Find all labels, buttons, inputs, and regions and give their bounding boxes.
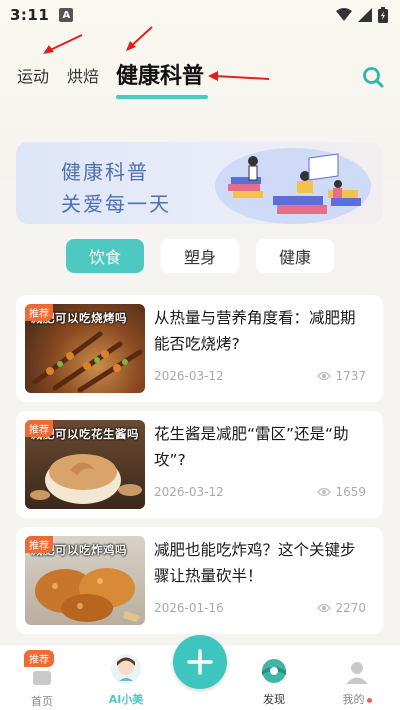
tab-baking[interactable]: 烘焙 <box>67 63 99 87</box>
nav-mine-label: 我的 <box>327 691 387 707</box>
user-icon <box>346 662 368 684</box>
tab-health-science[interactable]: 健康科普 <box>116 58 204 90</box>
top-tab-bar: 运动 烘焙 健康科普 <box>0 55 400 105</box>
article-card[interactable]: 减肥可以吃炸鸡吗 推荐 减肥也能吃炸鸡？这个关键步骤让热量砍半！ 2026-01… <box>16 527 383 634</box>
annotation-arrow-icon <box>208 71 270 81</box>
nav-mine[interactable]: 我的 <box>327 653 387 707</box>
category-diet[interactable]: 饮食 <box>66 239 144 273</box>
add-button[interactable] <box>173 635 227 689</box>
article-card[interactable]: 减肥可以吃花生酱吗 推荐 花生酱是减肥“雷区”还是“助攻”? 2026-03-1… <box>16 411 383 518</box>
reading-illustration-icon <box>215 148 371 224</box>
battery-icon <box>378 7 388 23</box>
nav-home-label: 首页 <box>31 695 53 708</box>
article-title: 减肥也能吃炸鸡？这个关键步骤让热量砍半！ <box>154 541 356 585</box>
promo-banner[interactable]: 健康科普 关爱每一天 <box>16 142 383 224</box>
search-icon[interactable] <box>361 65 385 89</box>
article-date: 2026-01-16 <box>154 601 224 615</box>
annotation-arrow-icon <box>126 26 153 51</box>
active-tab-indicator <box>116 95 208 99</box>
nav-ai-label: AI小美 <box>108 693 144 706</box>
wifi-icon <box>336 8 352 21</box>
article-title: 从热量与营养角度看：减肥期能否吃烧烤? <box>154 309 356 353</box>
view-count: 1659 <box>335 485 366 499</box>
recommended-tag: 推荐 <box>25 536 53 553</box>
article-date: 2026-03-12 <box>154 369 224 383</box>
eye-icon <box>317 603 332 613</box>
banner-title: 健康科普 <box>61 160 149 184</box>
article-views: 1659 <box>317 485 366 499</box>
recommended-tag: 推荐 <box>25 304 53 321</box>
home-recommend-tag: 推荐 <box>24 650 54 667</box>
notification-badge-icon: A <box>59 8 74 22</box>
recommended-tag: 推荐 <box>25 420 53 437</box>
article-card[interactable]: 减肥可以吃烧烤吗 推荐 从热量与营养角度看：减肥期能否吃烧烤? 2026-03-… <box>16 295 383 402</box>
eye-icon <box>317 371 332 381</box>
status-time: 3:11 <box>10 6 50 24</box>
ai-avatar-icon <box>111 654 141 684</box>
status-bar: 3:11 A <box>0 0 400 30</box>
signal-icon <box>358 8 372 22</box>
article-views: 1737 <box>317 369 366 383</box>
view-count: 1737 <box>335 369 366 383</box>
nav-mine-text: 我的 <box>342 693 365 706</box>
view-count: 2270 <box>335 601 366 615</box>
annotation-arrow-icon <box>43 34 83 54</box>
eye-icon <box>317 487 332 497</box>
unread-dot <box>366 697 372 703</box>
article-title: 花生酱是减肥“雷区”还是“助攻”? <box>154 425 349 469</box>
article-date: 2026-03-12 <box>154 485 224 499</box>
article-views: 2270 <box>317 601 366 615</box>
tab-sport[interactable]: 运动 <box>17 63 49 87</box>
discover-icon <box>262 659 286 683</box>
category-health[interactable]: 健康 <box>256 239 334 273</box>
nav-discover-label: 发现 <box>263 693 285 706</box>
category-body-shaping[interactable]: 塑身 <box>161 239 239 273</box>
banner-subtitle: 关爱每一天 <box>61 192 171 216</box>
plus-icon <box>187 649 213 675</box>
nav-discover[interactable]: 发现 <box>244 653 304 707</box>
nav-ai-assistant[interactable]: AI小美 <box>96 653 156 707</box>
